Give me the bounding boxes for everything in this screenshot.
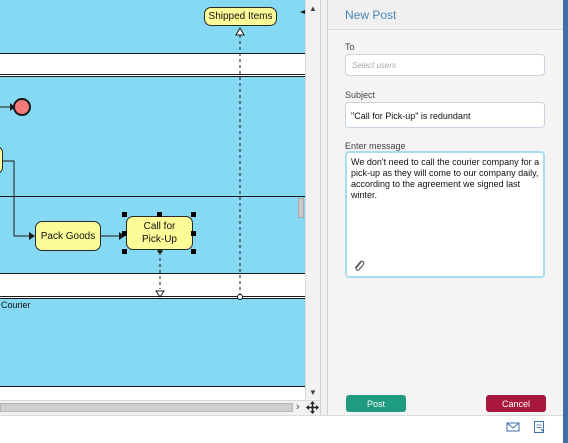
cancel-button[interactable]: Cancel (486, 395, 546, 412)
selection-handle[interactable] (122, 231, 127, 236)
subject-label: Subject (345, 90, 376, 100)
task-pack-goods[interactable]: Pack Goods (35, 221, 101, 251)
to-label: To (345, 42, 355, 52)
mail-icon[interactable] (506, 420, 520, 434)
bpmn-diagram-canvas[interactable]: Courier Shipped Items Pack Goods Call fo… (0, 0, 320, 415)
connectors (0, 10, 305, 300)
horizontal-scroll-thumb[interactable] (0, 403, 293, 412)
selection-handle[interactable] (122, 249, 127, 254)
panel-title: New Post (345, 8, 397, 22)
selection-handle[interactable] (157, 212, 162, 217)
to-placeholder: Select users (352, 61, 397, 70)
scroll-down-arrow-icon[interactable]: ▼ (309, 388, 317, 397)
task-call-for-pickup[interactable]: Call for Pick-Up (126, 216, 193, 250)
selection-handle[interactable] (191, 249, 196, 254)
vertical-scrollbar[interactable] (305, 0, 320, 400)
task-partial[interactable] (0, 146, 3, 174)
move-icon[interactable] (306, 401, 319, 414)
vertical-scroll-thumb[interactable] (298, 198, 304, 218)
subject-value: "Call for Pick-up" is redundant (351, 111, 471, 121)
subject-field[interactable]: "Call for Pick-up" is redundant (345, 102, 545, 128)
panel-header: New Post (328, 0, 564, 30)
new-post-panel: New Post To Select users Subject "Call f… (327, 0, 564, 415)
message-field[interactable]: We don't need to call the courier compan… (345, 151, 545, 278)
task-call-for-pickup-label-line2: Pick-Up (141, 234, 177, 245)
task-shipped-items[interactable]: Shipped Items (204, 7, 277, 26)
splitter[interactable] (320, 0, 327, 415)
attach-icon[interactable] (353, 259, 365, 273)
note-icon[interactable] (532, 420, 546, 434)
scroll-up-arrow-icon[interactable]: ▲ (309, 4, 317, 13)
message-label: Enter message (345, 141, 406, 151)
message-value: We don't need to call the courier compan… (351, 157, 540, 200)
task-call-for-pickup-label-line1: Call for (143, 221, 176, 232)
window-frame-right (563, 0, 568, 443)
selection-handle[interactable] (191, 212, 196, 217)
task-pack-goods-label: Pack Goods (40, 230, 96, 242)
post-button[interactable]: Post (346, 395, 406, 412)
status-bar (0, 415, 563, 443)
scroll-right-arrow-icon[interactable]: › (296, 401, 300, 413)
selection-handle[interactable] (191, 231, 196, 236)
selection-handle[interactable] (122, 212, 127, 217)
to-field[interactable]: Select users (345, 54, 545, 76)
end-event[interactable] (13, 98, 31, 116)
task-shipped-items-label: Shipped Items (208, 11, 273, 22)
